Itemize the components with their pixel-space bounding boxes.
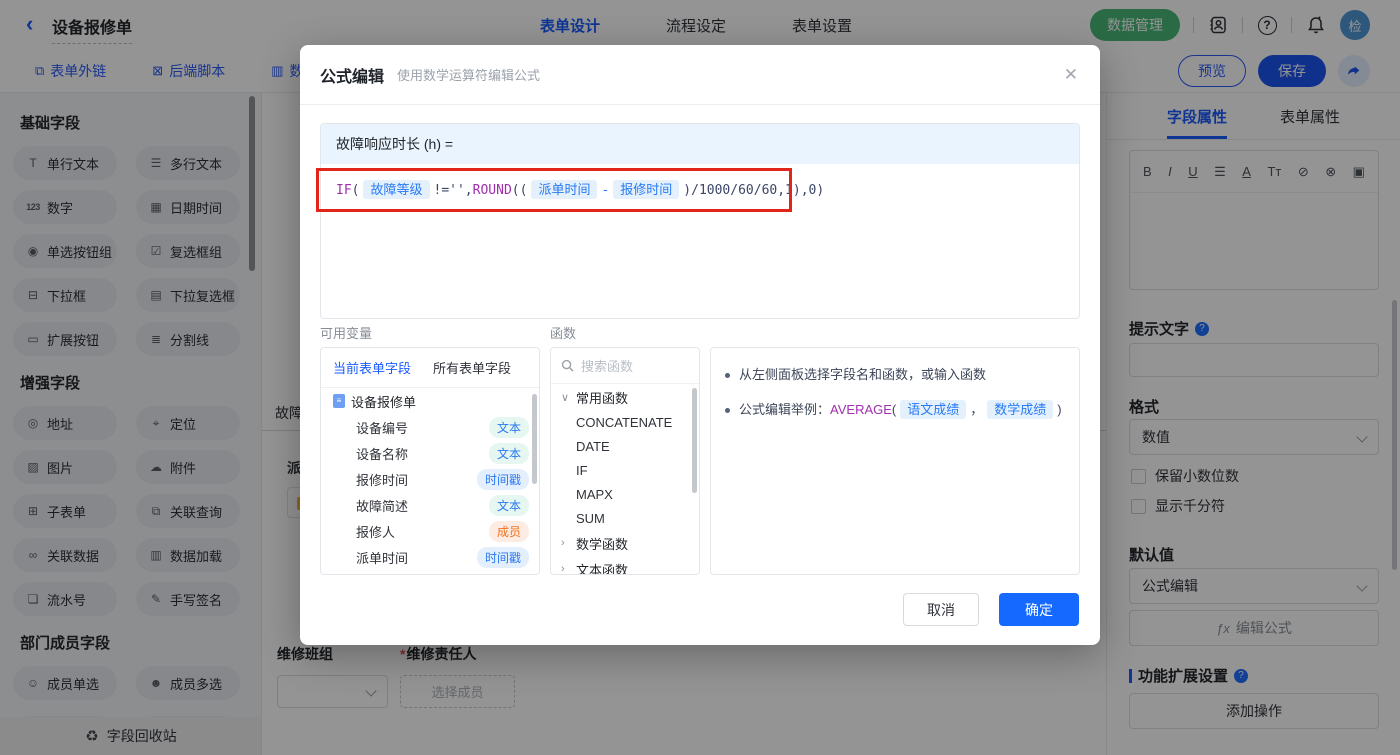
variables-tab-所有表单字段[interactable]: 所有表单字段 xyxy=(433,358,511,377)
variables-panel: 当前表单字段 所有表单字段 ≡ 设备报修单 设备编号 文本 设备名称 文本 报修时间 时间戳 故障… xyxy=(320,347,540,575)
function-group-数学函数[interactable]: › 数学函数 xyxy=(551,530,699,556)
variable-item[interactable]: 故障简述 文本 xyxy=(321,492,539,518)
variable-name: 派单时间 xyxy=(356,550,409,566)
search-icon xyxy=(561,359,574,372)
function-group-文本函数[interactable]: › 文本函数 xyxy=(551,556,699,575)
variable-name: 报修时间 xyxy=(356,472,409,488)
functions-scrollbar[interactable] xyxy=(692,388,697,493)
help-line-1: 从左侧面板选择字段名和函数，或输入函数 xyxy=(725,365,1065,385)
functions-panel: 搜索函数 ∨ 常用函数 CONCATENATE DATE IF MAPX SUM › 数学函数 ›… xyxy=(550,347,700,575)
function-group-name: 文本函数 xyxy=(576,562,629,575)
formula-help-panel: 从左侧面板选择字段名和函数，或输入函数 公式编辑举例：AVERAGE(语文成绩，… xyxy=(710,347,1080,575)
functions-label: 函数 xyxy=(550,326,577,341)
variable-item[interactable]: 报修人 成员 xyxy=(321,518,539,544)
variable-name: 设备编号 xyxy=(356,420,409,436)
help-example-comma: ， xyxy=(970,402,984,417)
variables-label: 可用变量 xyxy=(320,326,373,341)
variables-scrollbar[interactable] xyxy=(532,394,537,484)
variable-type-badge: 时间戳 xyxy=(476,468,529,490)
chevron-right-icon: › xyxy=(561,563,565,575)
function-search-placeholder: 搜索函数 xyxy=(581,359,634,374)
function-item-SUM[interactable]: SUM xyxy=(551,506,699,530)
formula-expression[interactable]: IF(故障等级 !='',ROUND((派单时间 - 报修时间)/1000/60/60… xyxy=(321,164,1079,217)
variables-root-name: 设备报修单 xyxy=(351,394,417,410)
formula-edit-modal: 公式编辑 使用数学运算符编辑公式 ✕ 故障响应时长 (h) = IF(故障等级!… xyxy=(300,45,1100,645)
help-example-function: AVERAGE xyxy=(830,402,892,417)
variable-name: 故障简述 xyxy=(356,498,409,514)
variables-root: ≡ 设备报修单 xyxy=(321,388,539,414)
chevron-right-icon: › xyxy=(561,537,565,549)
form-doc-icon: ≡ xyxy=(333,394,345,408)
help-example-paren: ( xyxy=(891,402,897,417)
cancel-button[interactable]: 取消 xyxy=(903,593,979,626)
formula-editor[interactable]: 故障响应时长 (h) = IF(故障等级 !='',ROUND((派单时间 - 报修时… xyxy=(320,123,1080,319)
help-field-chip[interactable]: 语文成绩 xyxy=(900,400,967,419)
help-example-prefix: 公式编辑举例： xyxy=(739,402,831,417)
function-item-MAPX[interactable]: MAPX xyxy=(551,482,699,506)
formula-token: !='', xyxy=(433,183,473,198)
function-group-常用函数[interactable]: ∨ 常用函数 xyxy=(551,384,699,410)
function-item-CONCATENATE[interactable]: CONCATENATE xyxy=(551,410,699,434)
modal-header: 公式编辑 使用数学运算符编辑公式 xyxy=(300,45,1100,105)
variable-type-badge: 文本 xyxy=(488,494,529,516)
formula-target: 故障响应时长 (h) = xyxy=(321,124,1079,164)
help-line-2: 公式编辑举例：AVERAGE(语文成绩，数学成绩) xyxy=(725,400,1065,420)
formula-token: IF xyxy=(336,183,352,198)
variables-tab-当前表单字段[interactable]: 当前表单字段 xyxy=(333,358,411,377)
bullet-icon xyxy=(725,373,730,378)
function-item-IF[interactable]: IF xyxy=(551,458,699,482)
variable-item[interactable]: 设备编号 文本 xyxy=(321,414,539,440)
help-example-paren: ) xyxy=(1057,402,1062,417)
formula-token: )/1000/60/60,1),0) xyxy=(683,183,825,198)
variable-type-badge: 成员 xyxy=(488,520,529,542)
variable-type-badge: 时间戳 xyxy=(476,546,529,568)
variable-type-badge: 文本 xyxy=(488,416,529,438)
formula-token: (( xyxy=(511,183,528,198)
variables-list: ≡ 设备报修单 设备编号 文本 设备名称 文本 报修时间 时间戳 故障简述 文本 报修人 成员 派单时间… xyxy=(321,388,539,570)
modal-subtitle: 使用数学运算符编辑公式 xyxy=(397,68,541,83)
variable-item[interactable]: 派单时间 时间戳 xyxy=(321,544,539,570)
variable-type-badge: 文本 xyxy=(488,442,529,464)
help-field-chip[interactable]: 数学成绩 xyxy=(987,400,1054,419)
variables-tabs: 当前表单字段 所有表单字段 xyxy=(321,348,539,388)
function-item-DATE[interactable]: DATE xyxy=(551,434,699,458)
formula-field-chip[interactable]: 故障等级 xyxy=(363,180,430,199)
close-icon[interactable]: ✕ xyxy=(1064,65,1078,85)
variable-item[interactable]: 设备名称 文本 xyxy=(321,440,539,466)
formula-field-chip[interactable]: 报修时间 xyxy=(613,180,680,199)
bullet-icon xyxy=(725,408,730,413)
variable-name: 报修人 xyxy=(356,524,396,540)
formula-token: ROUND xyxy=(472,183,512,198)
formula-field-chip[interactable]: 派单时间 xyxy=(531,180,598,199)
chevron-down-icon: ∨ xyxy=(561,391,570,404)
function-group-name: 常用函数 xyxy=(576,390,629,406)
formula-token: ( xyxy=(351,183,360,198)
function-search[interactable]: 搜索函数 xyxy=(551,348,699,384)
formula-token: - xyxy=(601,183,610,198)
functions-list: ∨ 常用函数 CONCATENATE DATE IF MAPX SUM › 数学函数 › 文本函数 xyxy=(551,384,699,575)
variable-item[interactable]: 报修时间 时间戳 xyxy=(321,466,539,492)
variable-name: 设备名称 xyxy=(356,446,409,462)
modal-title: 公式编辑 xyxy=(320,68,385,86)
confirm-button[interactable]: 确定 xyxy=(999,593,1079,626)
function-group-name: 数学函数 xyxy=(576,536,629,552)
